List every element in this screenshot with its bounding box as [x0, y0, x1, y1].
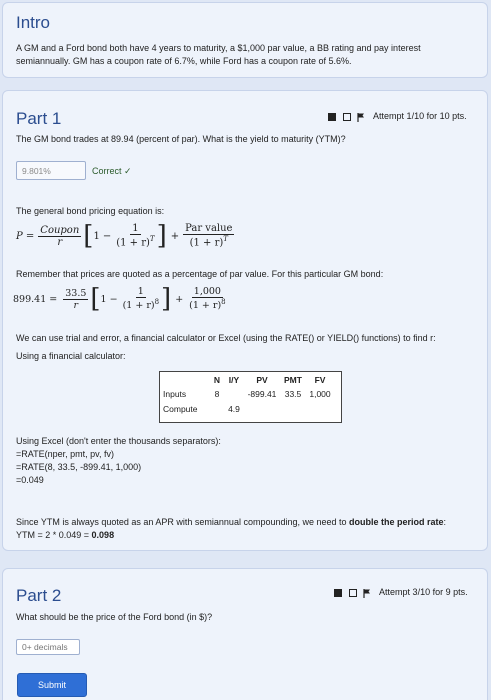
gm-pricing-equation: 899.41 = 33.5 r [ 1 − 1 (1 + r)8 ] + 1,0… — [13, 284, 226, 314]
part1-status: Correct ✓ — [92, 166, 132, 176]
intro-title: Intro — [16, 13, 51, 32]
calc-inputs-label: Inputs — [163, 388, 187, 399]
notebook-icon[interactable] — [328, 112, 336, 121]
notebook-icon[interactable] — [334, 588, 342, 597]
flag-icon[interactable] — [357, 112, 365, 122]
part1-answer-field[interactable]: 9.801% — [16, 161, 86, 180]
excel-line1: =RATE(nper, pmt, pv, fv) — [16, 449, 114, 459]
excel-intro: Using Excel (don't enter the thousands s… — [16, 436, 221, 446]
ytm-formula: YTM = 2 * 0.049 = 0.098 — [16, 530, 115, 540]
part1-tools: Attempt 1/10 for 10 pts. — [328, 111, 467, 122]
excel-line2: =RATE(8, 33.5, -899.41, 1,000) — [16, 462, 142, 472]
calc-header-iy: I/Y — [228, 375, 240, 385]
part1-title: Part 1 — [16, 109, 62, 128]
excel-line3: =0.049 — [16, 475, 44, 485]
since-ytm-text: Since YTM is always quoted as an APR wit… — [16, 517, 447, 527]
calculator-table: N I/Y PV PMT FV Inputs 8 -899.41 33.5 1,… — [159, 371, 342, 423]
calc-header-pv: PV — [256, 375, 268, 385]
calculator-icon[interactable] — [342, 112, 351, 121]
calculator-icon[interactable] — [348, 588, 357, 597]
part2-card: Part 2 Attempt 3/10 for 9 pts. What shou… — [2, 568, 488, 700]
calc-header-pmt: PMT — [284, 375, 302, 385]
part2-tools: Attempt 3/10 for 9 pts. — [334, 587, 468, 598]
part2-question: What should be the price of the Ford bon… — [16, 612, 213, 622]
calc-header-fv: FV — [314, 375, 326, 385]
flag-icon[interactable] — [363, 588, 371, 598]
submit-button[interactable]: Submit — [17, 673, 87, 697]
intro-text-line1: A GM and a Ford bond both have 4 years t… — [16, 43, 421, 53]
part1-question: The GM bond trades at 89.94 (percent of … — [16, 134, 346, 144]
pricing-eq-intro: The general bond pricing equation is: — [16, 206, 165, 216]
part1-card: Part 1 Attempt 1/10 for 10 pts. The GM b… — [2, 90, 488, 551]
using-calc-text: Using a financial calculator: — [16, 351, 126, 361]
trial-text: We can use trial and error, a financial … — [16, 333, 436, 343]
intro-card: Intro A GM and a Ford bond both have 4 y… — [2, 2, 488, 78]
calc-compute-label: Compute — [163, 403, 198, 414]
intro-text-line2: semiannually. GM has a coupon rate of 6.… — [16, 56, 352, 66]
part2-answer-input[interactable] — [16, 639, 80, 655]
part2-attempt: Attempt 3/10 for 9 pts. — [379, 587, 468, 597]
part1-answer-value: 9.801% — [22, 166, 51, 176]
part2-title: Part 2 — [16, 586, 62, 605]
remember-text: Remember that prices are quoted as a per… — [16, 269, 384, 279]
general-pricing-equation: P = Coupon r [ 1 − 1 (1 + r)T ] + Par va… — [16, 221, 235, 251]
part1-attempt: Attempt 1/10 for 10 pts. — [373, 111, 467, 121]
calc-header-n: N — [213, 375, 221, 385]
